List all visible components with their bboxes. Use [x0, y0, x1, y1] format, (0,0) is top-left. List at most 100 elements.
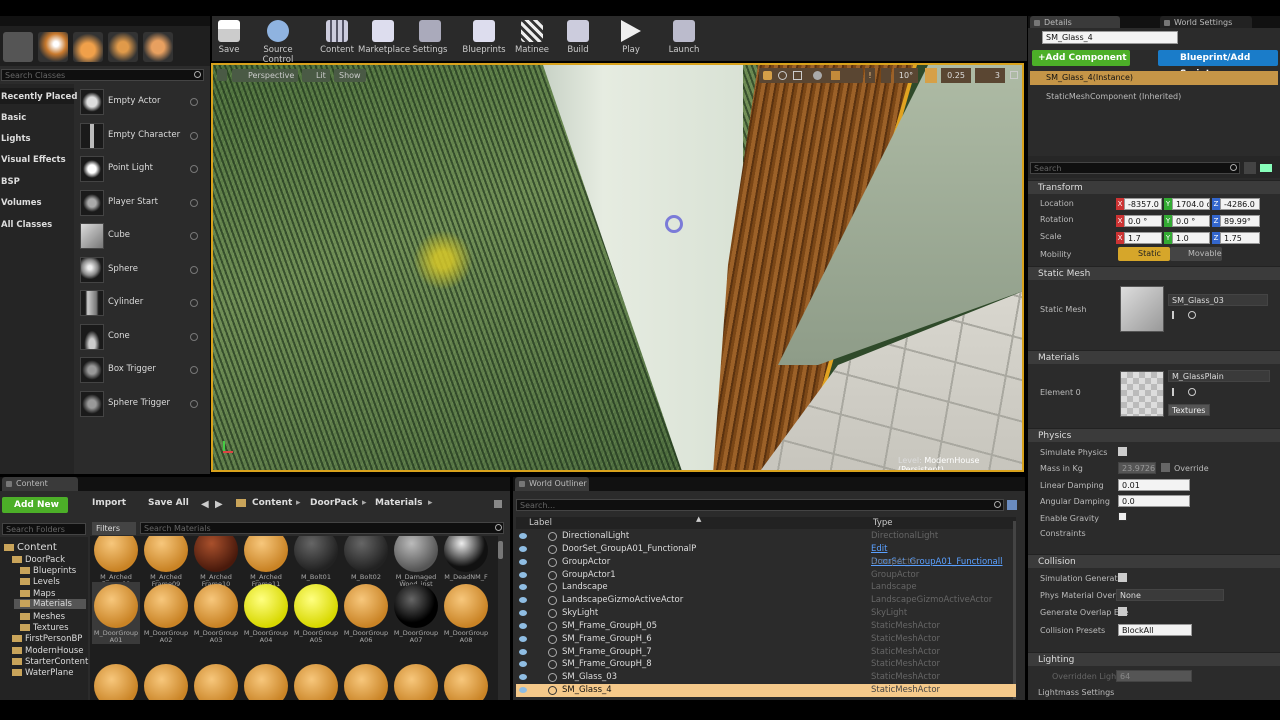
asset-scrollbar[interactable] [498, 541, 503, 559]
mass-field[interactable]: 23.972639 [1118, 462, 1156, 474]
view-options-icon[interactable] [1007, 500, 1017, 510]
outliner-row[interactable]: DoorSet_GroupA01_FunctionalP Edit DoorSet… [516, 543, 1016, 567]
place-item-empty-actor[interactable]: Empty Actor [78, 87, 204, 117]
browse-icon[interactable] [1188, 388, 1196, 396]
rotation-snap-icon[interactable] [881, 68, 891, 83]
asset-tile[interactable]: M_Bolt01 [292, 536, 340, 588]
scale-snap-icon[interactable] [925, 68, 937, 83]
forward-arrow-icon[interactable]: ▶ [215, 499, 223, 510]
rotation-z-field[interactable]: 89.99° [1220, 215, 1260, 227]
label-column-header[interactable]: Label [529, 518, 552, 528]
asset-tile[interactable] [142, 662, 190, 700]
constraints-row[interactable]: Constraints [1040, 529, 1086, 538]
tree-content[interactable]: Content [4, 542, 57, 553]
place-item-empty-character[interactable]: Empty Character [78, 121, 204, 151]
source-control-button[interactable]: Source Control [248, 20, 308, 65]
category-lights[interactable]: Lights [1, 134, 31, 144]
category-bsp[interactable]: BSP [1, 177, 20, 187]
instance-row[interactable]: SM_Glass_4(Instance) [1030, 71, 1278, 85]
tree-materials[interactable]: Materials [14, 599, 86, 609]
eye-icon[interactable] [1260, 164, 1272, 172]
lit-button[interactable]: Lit [302, 69, 330, 82]
tree-waterplane[interactable]: WaterPlane [12, 668, 73, 678]
world-space-icon[interactable] [813, 71, 822, 80]
visibility-eye-icon[interactable] [519, 623, 527, 629]
asset-tile[interactable] [442, 662, 490, 700]
enable-gravity-checkbox[interactable] [1118, 512, 1127, 521]
material-thumbnail[interactable] [1120, 371, 1164, 417]
asset-tile[interactable] [392, 662, 440, 700]
asset-tile[interactable]: M_DoorGroup A03 [192, 582, 240, 644]
actor-name-field[interactable]: SM_Glass_4 [1042, 31, 1178, 44]
launch-button[interactable]: Launch [665, 20, 703, 55]
scale-icon[interactable] [793, 71, 802, 80]
outliner-row[interactable]: Landscape Landscape [516, 581, 1016, 594]
simulate-physics-checkbox[interactable] [1118, 447, 1127, 456]
asset-tile[interactable]: M_Arched Frame10 [192, 536, 240, 588]
asset-tile[interactable]: M_DoorGroup A06 [342, 582, 390, 644]
asset-tile[interactable]: M_DoorGroup A01 [92, 582, 140, 644]
asset-tile[interactable] [192, 662, 240, 700]
use-selected-icon[interactable] [1172, 311, 1181, 319]
use-selected-icon[interactable] [1172, 388, 1181, 396]
tree-firstpersonbp[interactable]: FirstPersonBP [12, 634, 82, 644]
tree-doorpack[interactable]: DoorPack [12, 555, 65, 565]
lightmass-settings-row[interactable]: Lightmass Settings [1038, 688, 1114, 697]
place-item-cylinder[interactable]: Cylinder [78, 288, 204, 318]
tab-content-browser[interactable]: Content Browser [2, 477, 78, 502]
asset-tile[interactable]: M_DoorGroup A07 [392, 582, 440, 644]
outliner-row[interactable]: SM_Frame_GroupH_7 StaticMeshActor [516, 646, 1016, 659]
translate-icon[interactable] [763, 71, 772, 80]
asset-tile[interactable]: M_Damaged Wood_inst [392, 536, 440, 588]
visibility-eye-icon[interactable] [519, 559, 527, 565]
play-button[interactable]: Play [612, 20, 650, 55]
details-search-input[interactable]: Search [1030, 162, 1240, 174]
visibility-eye-icon[interactable] [519, 636, 527, 642]
rotation-y-field[interactable]: 0.0 ° [1172, 215, 1210, 227]
level-viewport[interactable]: Perspective Lit Show ! 10° 0.25 3 Level:… [211, 63, 1024, 472]
scale-snap-value[interactable]: 0.25 [941, 68, 971, 83]
asset-tile[interactable]: M_Arched Frame09 [142, 536, 190, 588]
outliner-search-input[interactable]: Search... [516, 499, 1004, 511]
scale-y-field[interactable]: 1.0 [1172, 232, 1210, 244]
physics-section[interactable]: Physics [1028, 428, 1280, 442]
asset-tile[interactable]: M_Arched Frame11 [242, 536, 290, 588]
asset-tile[interactable]: M_Bolt02 [342, 536, 390, 588]
visibility-eye-icon[interactable] [519, 533, 527, 539]
mobility-static-button[interactable]: Static [1118, 247, 1170, 261]
import-button[interactable]: Import [78, 498, 126, 508]
perspective-button[interactable]: Perspective [232, 69, 299, 82]
outliner-row[interactable]: GroupActor GroupActor [516, 556, 1016, 569]
place-item-sphere-trigger[interactable]: Sphere Trigger [78, 389, 204, 419]
asset-tile[interactable]: M_DoorGroup A05 [292, 582, 340, 644]
materials-section[interactable]: Materials [1028, 350, 1280, 364]
place-item-sphere[interactable]: Sphere [78, 255, 204, 285]
maximize-viewport-icon[interactable] [1010, 71, 1018, 79]
breadcrumb-content[interactable]: Content [252, 498, 292, 508]
scale-z-field[interactable]: 1.75 [1220, 232, 1260, 244]
visibility-eye-icon[interactable] [519, 610, 527, 616]
landscape-mode-icon[interactable] [73, 32, 103, 62]
place-item-player-start[interactable]: Player Start [78, 188, 204, 218]
breadcrumb-materials[interactable]: Materials [375, 498, 422, 508]
search-materials-input[interactable]: Search Materials [140, 522, 504, 534]
visibility-eye-icon[interactable] [519, 649, 527, 655]
outliner-row[interactable]: SM_Frame_GroupH_6 StaticMeshActor [516, 633, 1016, 646]
tab-world-outliner[interactable]: World Outliner [515, 477, 589, 491]
grid-view-icon[interactable] [1244, 162, 1256, 174]
add-component-button[interactable]: +Add Component [1032, 50, 1130, 66]
outliner-row-selected[interactable]: SM_Glass_4 StaticMeshActor [516, 684, 1016, 697]
viewport-options-icon[interactable] [217, 69, 227, 81]
category-volumes[interactable]: Volumes [1, 198, 42, 208]
asset-tile[interactable]: M_DeadNM_F [442, 536, 490, 588]
phys-material-picker[interactable]: None [1116, 589, 1224, 601]
visibility-eye-icon[interactable] [519, 572, 527, 578]
content-button[interactable]: Content [318, 20, 356, 55]
category-basic[interactable]: Basic [1, 113, 26, 123]
tree-maps[interactable]: Maps [20, 589, 55, 599]
place-item-cone[interactable]: Cone [78, 322, 204, 352]
location-x-field[interactable]: -8357.0 [1124, 198, 1162, 210]
geometry-mode-icon[interactable] [143, 32, 173, 62]
asset-tile[interactable] [292, 662, 340, 700]
light-actor-sprite[interactable] [413, 230, 473, 290]
